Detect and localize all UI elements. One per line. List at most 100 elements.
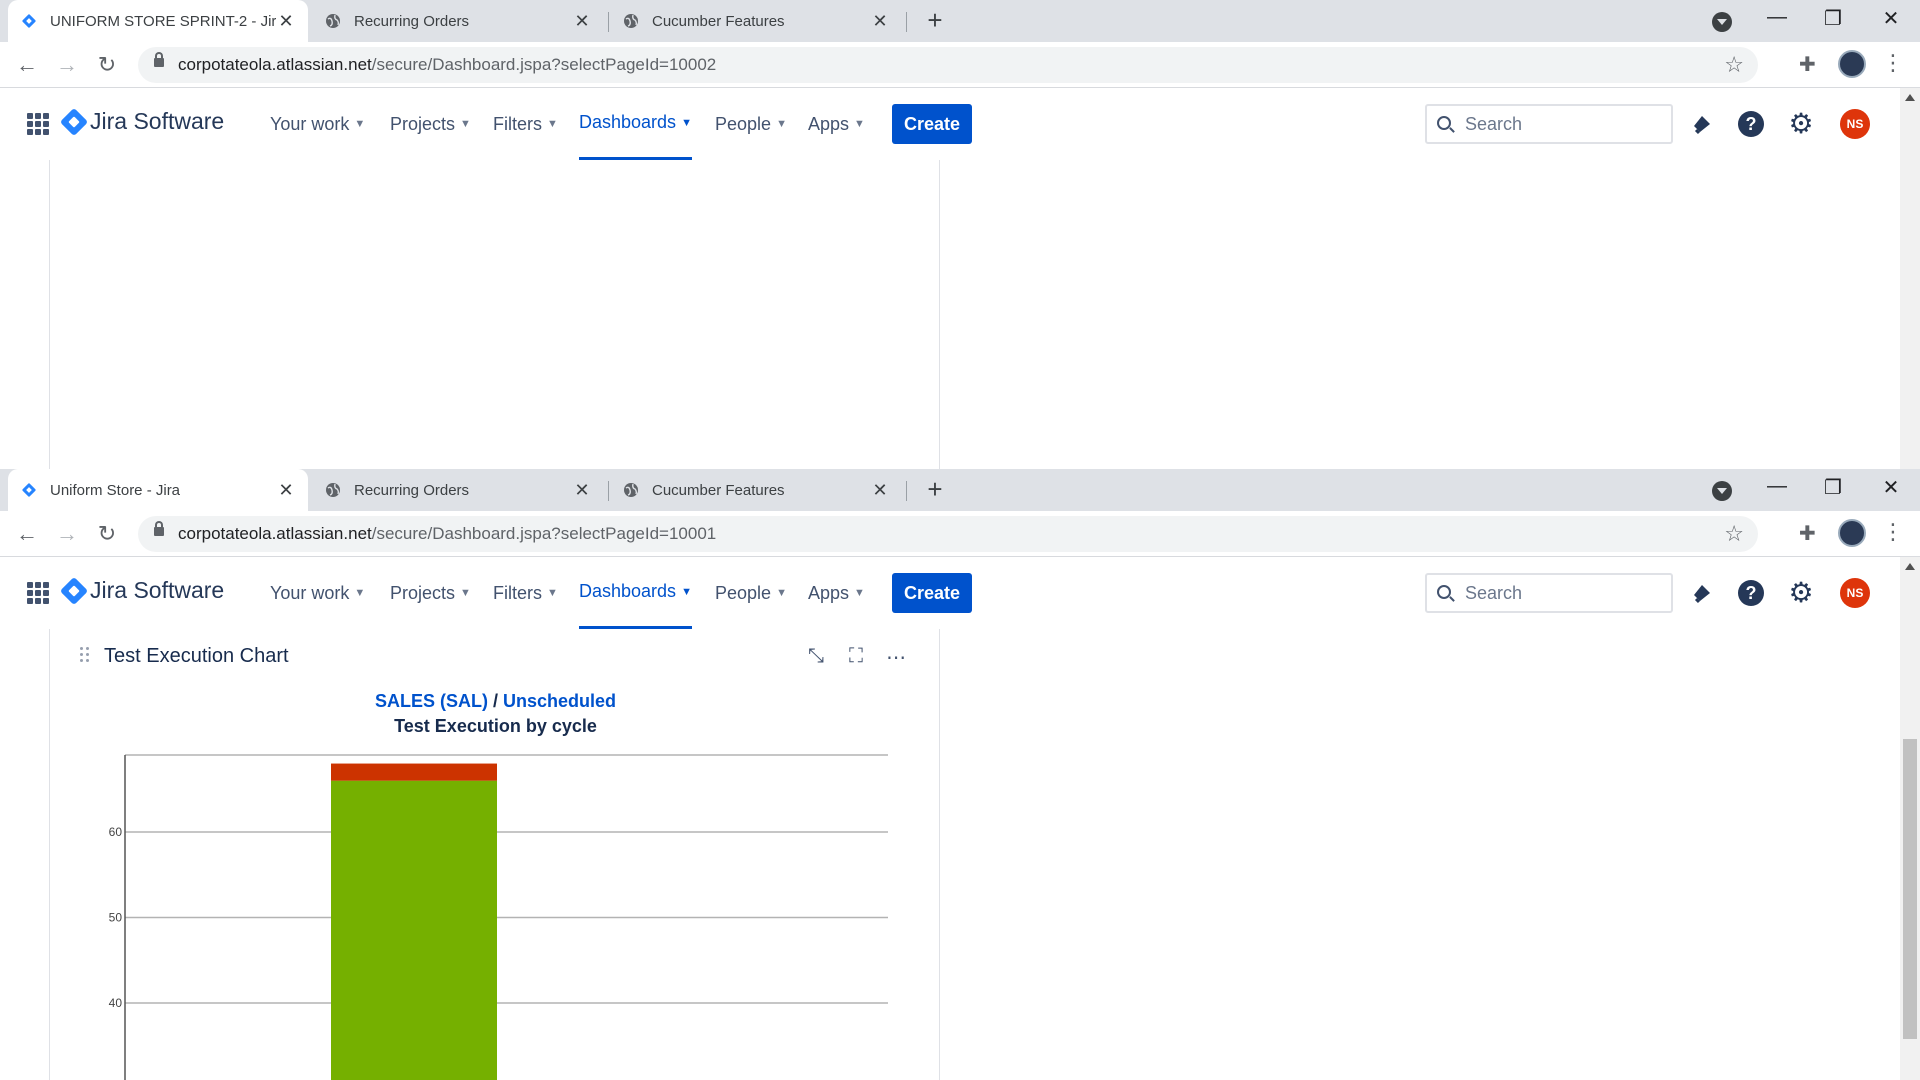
create-button[interactable]: Create — [892, 573, 972, 613]
settings-gear-icon[interactable]: ⚙ — [1787, 110, 1815, 138]
product-name: Jira Software — [90, 108, 225, 134]
create-button[interactable]: Create — [892, 104, 972, 144]
user-avatar[interactable]: NS — [1840, 109, 1870, 139]
help-icon[interactable]: ? — [1737, 579, 1765, 607]
forward-arrow-icon[interactable]: → — [52, 519, 82, 549]
back-arrow-icon[interactable]: ← — [12, 50, 42, 80]
tab-title: Uniform Store - Jira — [50, 481, 181, 499]
globe-icon — [324, 481, 342, 499]
jira-top-nav: Jira Software Your work ▼ Projects ▼ Filte… — [0, 557, 1900, 629]
address-bar[interactable]: corpotateola.atlassian.net/secure/Dashbo… — [138, 47, 1758, 83]
restore-icon[interactable]: ❐ — [1813, 475, 1853, 500]
browser-tab[interactable]: Recurring Orders ✕ — [312, 469, 604, 511]
close-tab-icon[interactable]: ✕ — [572, 11, 592, 32]
chevron-down-icon: ▼ — [854, 587, 865, 599]
tab-title: Cucumber Features — [652, 481, 785, 499]
close-tab-icon[interactable]: ✕ — [276, 11, 296, 32]
chrome-menu-icon[interactable]: ⋮ — [1882, 50, 1904, 76]
dashboard-content: Test Execution Chart ⤡ ⛶ ⋯ SALES (SAL) /… — [0, 629, 1900, 1080]
minimize-icon[interactable]: — — [1757, 475, 1797, 498]
chrome-menu-icon[interactable]: ⋮ — [1882, 519, 1904, 545]
scroll-up-arrow-icon[interactable] — [1905, 563, 1915, 570]
address-toolbar: ← → ↻ corpotateola.atlassian.net/secure/… — [0, 42, 1920, 88]
jira-top-nav: Jira Software Your work ▼ Projects ▼ Filte… — [0, 88, 1900, 160]
profile-avatar[interactable] — [1838, 519, 1866, 547]
nav-filters[interactable]: Filters ▼ — [493, 557, 558, 629]
browser-tab[interactable]: Cucumber Features ✕ — [610, 469, 902, 511]
tab-divider — [608, 12, 609, 32]
minimize-icon[interactable]: — — [1757, 6, 1797, 29]
notifications-megaphone-icon[interactable] — [1688, 579, 1716, 607]
chevron-down-icon: ▼ — [681, 585, 692, 598]
close-tab-icon[interactable]: ✕ — [276, 480, 296, 501]
bookmark-star-icon[interactable]: ☆ — [1724, 521, 1744, 547]
tab-title: Cucumber Features — [652, 12, 785, 30]
dashboard-content — [0, 160, 1900, 469]
jira-logo[interactable]: Jira Software — [59, 576, 224, 605]
nav-filters[interactable]: Filters ▼ — [493, 88, 558, 160]
address-bar[interactable]: corpotateola.atlassian.net/secure/Dashbo… — [138, 516, 1758, 552]
jira-logo[interactable]: Jira Software — [59, 107, 225, 136]
tab-search-icon[interactable] — [1712, 12, 1732, 32]
page-scrollbar[interactable] — [1900, 557, 1920, 1080]
url-text: corpotateola.atlassian.net/secure/Dashbo… — [178, 55, 717, 74]
y-tick-label: 40 — [109, 996, 123, 1010]
notifications-megaphone-icon[interactable] — [1688, 110, 1716, 138]
close-window-icon[interactable]: ✕ — [1871, 475, 1911, 500]
nav-dashboards[interactable]: Dashboards ▼ — [579, 557, 692, 629]
nav-your-work[interactable]: Your work ▼ — [270, 557, 365, 629]
chevron-down-icon: ▼ — [547, 587, 558, 599]
chevron-down-icon: ▼ — [460, 587, 471, 599]
nav-dashboards[interactable]: Dashboards ▼ — [579, 88, 692, 160]
nav-projects[interactable]: Projects ▼ — [390, 557, 471, 629]
tab-strip: UNIFORM STORE SPRINT-2 - Jira ✕ Recurrin… — [0, 0, 1920, 42]
bookmark-star-icon[interactable]: ☆ — [1724, 52, 1744, 78]
nav-apps[interactable]: Apps ▼ — [808, 557, 865, 629]
reload-icon[interactable]: ↻ — [92, 519, 122, 549]
browser-tab-active[interactable]: Uniform Store - Jira ✕ — [8, 469, 308, 511]
user-avatar[interactable]: NS — [1840, 578, 1870, 608]
scrollbar-thumb[interactable] — [1903, 739, 1917, 1039]
back-arrow-icon[interactable]: ← — [12, 519, 42, 549]
new-tab-button[interactable]: + — [920, 475, 950, 505]
close-window-icon[interactable]: ✕ — [1871, 6, 1911, 31]
search-input[interactable]: Search — [1425, 104, 1673, 144]
nav-people[interactable]: People ▼ — [715, 557, 787, 629]
app-switcher-icon[interactable] — [27, 113, 49, 135]
search-placeholder: Search — [1465, 114, 1523, 134]
page-scrollbar[interactable] — [1900, 88, 1920, 469]
new-tab-button[interactable]: + — [920, 6, 950, 36]
tab-search-icon[interactable] — [1712, 481, 1732, 501]
app-switcher-icon[interactable] — [27, 582, 49, 604]
settings-gear-icon[interactable]: ⚙ — [1787, 579, 1815, 607]
browser-tab[interactable]: Recurring Orders ✕ — [312, 0, 604, 42]
nav-projects[interactable]: Projects ▼ — [390, 88, 471, 160]
restore-icon[interactable]: ❐ — [1813, 6, 1853, 31]
globe-icon — [622, 12, 640, 30]
search-placeholder: Search — [1465, 583, 1523, 603]
extensions-puzzle-icon[interactable]: ✚ — [1799, 521, 1816, 546]
globe-icon — [324, 12, 342, 30]
dashboard-column-left — [49, 160, 940, 469]
tab-title: UNIFORM STORE SPRINT-2 - Jira — [50, 12, 276, 30]
nav-people[interactable]: People ▼ — [715, 88, 787, 160]
test-execution-chart: 40 50 60 — [109, 754, 888, 1080]
close-tab-icon[interactable]: ✕ — [572, 480, 592, 501]
bar-segment-failed — [331, 763, 497, 781]
extensions-puzzle-icon[interactable]: ✚ — [1799, 52, 1816, 77]
forward-arrow-icon[interactable]: → — [52, 50, 82, 80]
browser-tab-active[interactable]: UNIFORM STORE SPRINT-2 - Jira ✕ — [8, 0, 308, 42]
help-icon[interactable]: ? — [1737, 110, 1765, 138]
scroll-up-arrow-icon[interactable] — [1905, 94, 1915, 101]
browser-tab[interactable]: Cucumber Features ✕ — [610, 0, 902, 42]
search-input[interactable]: Search — [1425, 573, 1673, 613]
nav-your-work[interactable]: Your work ▼ — [270, 88, 365, 160]
reload-icon[interactable]: ↻ — [92, 50, 122, 80]
profile-avatar[interactable] — [1838, 50, 1866, 78]
browser-window-2: Uniform Store - Jira ✕ Recurring Orders … — [0, 469, 1920, 1080]
close-tab-icon[interactable]: ✕ — [870, 480, 890, 501]
close-tab-icon[interactable]: ✕ — [870, 11, 890, 32]
nav-apps[interactable]: Apps ▼ — [808, 88, 865, 160]
test-execution-gadget: Test Execution Chart ⤡ ⛶ ⋯ SALES (SAL) /… — [49, 629, 940, 1080]
jira-logo-icon — [59, 107, 89, 136]
